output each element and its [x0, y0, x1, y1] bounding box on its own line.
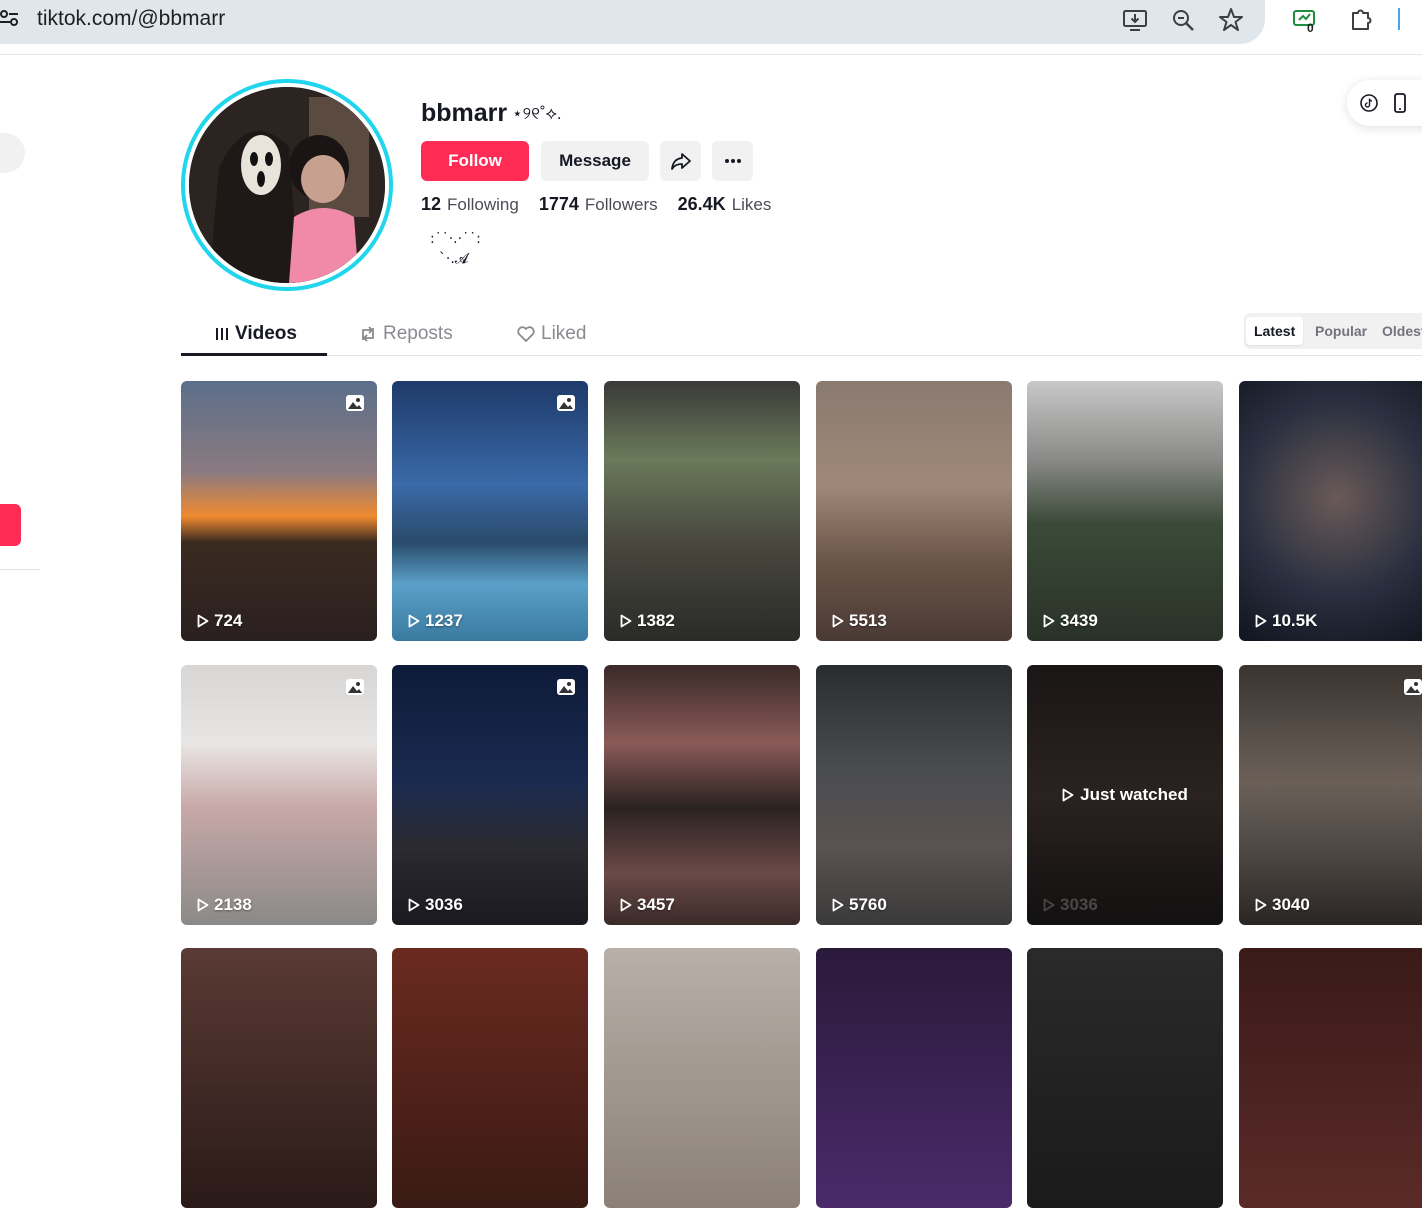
play-icon: [1062, 788, 1074, 802]
view-count: 3439: [1043, 611, 1098, 631]
view-count: 3036: [1043, 895, 1098, 915]
video-tile[interactable]: 5513: [816, 381, 1012, 641]
play-icon: [197, 614, 209, 628]
play-icon: [408, 898, 420, 912]
view-count: 5513: [832, 611, 887, 631]
video-tile[interactable]: [604, 948, 800, 1208]
sort-popular[interactable]: Popular: [1315, 317, 1367, 345]
extensions-puzzle-icon[interactable]: [1347, 6, 1375, 34]
avatar[interactable]: [181, 79, 393, 291]
tab-active-indicator: [181, 353, 327, 356]
profile-nickname: ⋆୨୧˚⟡.: [512, 104, 562, 123]
photo-post-icon: [1404, 679, 1422, 695]
stat-following[interactable]: 12 Following: [421, 194, 519, 215]
video-tile[interactable]: 1237: [392, 381, 588, 641]
profile-bio: :˙˙·.·˙˙: `·.𝓐: [430, 231, 481, 267]
play-icon: [1043, 614, 1055, 628]
video-tile[interactable]: 1382: [604, 381, 800, 641]
follow-button[interactable]: Follow: [421, 141, 529, 181]
stat-likes: 26.4K Likes: [677, 194, 772, 214]
sidebar-login-button[interactable]: [0, 504, 21, 546]
profile-username: bbmarr: [421, 99, 508, 127]
url-text[interactable]: tiktok.com/@bbmarr: [37, 7, 225, 31]
video-tile[interactable]: 3036: [392, 665, 588, 925]
message-button[interactable]: Message: [541, 141, 649, 181]
video-tile[interactable]: [816, 948, 1012, 1208]
sort-toggle: Latest Popular Oldest: [1244, 313, 1422, 349]
play-icon: [832, 898, 844, 912]
view-count: 3040: [1255, 895, 1310, 915]
video-tile[interactable]: 3439: [1027, 381, 1223, 641]
share-button[interactable]: [660, 141, 701, 181]
video-tile[interactable]: Just watched 3036: [1027, 665, 1223, 925]
tab-videos[interactable]: Videos: [215, 314, 297, 354]
photo-post-icon: [557, 679, 575, 695]
toolbar-separator: [1398, 8, 1400, 30]
video-tile[interactable]: [1027, 948, 1223, 1208]
bookmark-star-icon[interactable]: [1217, 6, 1245, 34]
extension-badge: 0: [1307, 21, 1314, 35]
play-icon: [832, 614, 844, 628]
zoom-icon[interactable]: [1169, 6, 1197, 34]
view-count: 1237: [408, 611, 463, 631]
play-icon: [197, 898, 209, 912]
sort-oldest[interactable]: Oldest: [1382, 317, 1422, 345]
extension-monitor-icon[interactable]: [1292, 6, 1320, 34]
mobile-device-icon[interactable]: [1393, 93, 1407, 113]
install-app-icon[interactable]: [1121, 6, 1149, 34]
video-tile[interactable]: 724: [181, 381, 377, 641]
photo-post-icon: [557, 395, 575, 411]
sidebar-nav-item[interactable]: [0, 133, 25, 173]
grid-lines-icon: [216, 328, 228, 340]
photo-post-icon: [346, 679, 364, 695]
heart-icon: [517, 326, 535, 342]
video-tile[interactable]: 3457: [604, 665, 800, 925]
app-toggle-panel: [1347, 80, 1422, 126]
view-count: 2138: [197, 895, 252, 915]
share-arrow-icon: [670, 153, 691, 170]
just-watched-label: Just watched: [1027, 785, 1223, 805]
sidebar-divider: [0, 569, 40, 570]
play-icon: [1043, 898, 1055, 912]
ellipsis-icon: [724, 159, 741, 163]
stat-followers[interactable]: 1774 Followers: [539, 194, 658, 215]
video-tile[interactable]: 2138: [181, 665, 377, 925]
video-tile[interactable]: [181, 948, 377, 1208]
view-count: 1382: [620, 611, 675, 631]
play-icon: [620, 898, 632, 912]
more-options-button[interactable]: [712, 141, 753, 181]
play-icon: [408, 614, 420, 628]
video-tile[interactable]: [1239, 948, 1422, 1208]
video-tile[interactable]: 5760: [816, 665, 1012, 925]
view-count: 3036: [408, 895, 463, 915]
video-tile[interactable]: 3040: [1239, 665, 1422, 925]
sort-latest[interactable]: Latest: [1246, 317, 1304, 345]
tab-liked[interactable]: Liked: [517, 314, 586, 354]
profile-stats: 12 Following 1774 Followers 26.4K Likes: [421, 194, 771, 215]
view-count: 724: [197, 611, 242, 631]
site-settings-icon[interactable]: [0, 8, 20, 28]
browser-toolbar: tiktok.com/@bbmarr 0: [0, 0, 1422, 55]
tiktok-logo-icon[interactable]: [1360, 94, 1378, 112]
view-count: 10.5K: [1255, 611, 1317, 631]
view-count: 3457: [620, 895, 675, 915]
view-count: 5760: [832, 895, 887, 915]
video-tile[interactable]: 10.5K: [1239, 381, 1422, 641]
play-icon: [1255, 898, 1267, 912]
play-icon: [620, 614, 632, 628]
tab-reposts[interactable]: Reposts: [359, 314, 453, 354]
video-tile[interactable]: [392, 948, 588, 1208]
repost-icon: [362, 326, 374, 342]
tabs-divider: [181, 355, 1422, 356]
play-icon: [1255, 614, 1267, 628]
avatar-image: [189, 87, 385, 283]
photo-post-icon: [346, 395, 364, 411]
